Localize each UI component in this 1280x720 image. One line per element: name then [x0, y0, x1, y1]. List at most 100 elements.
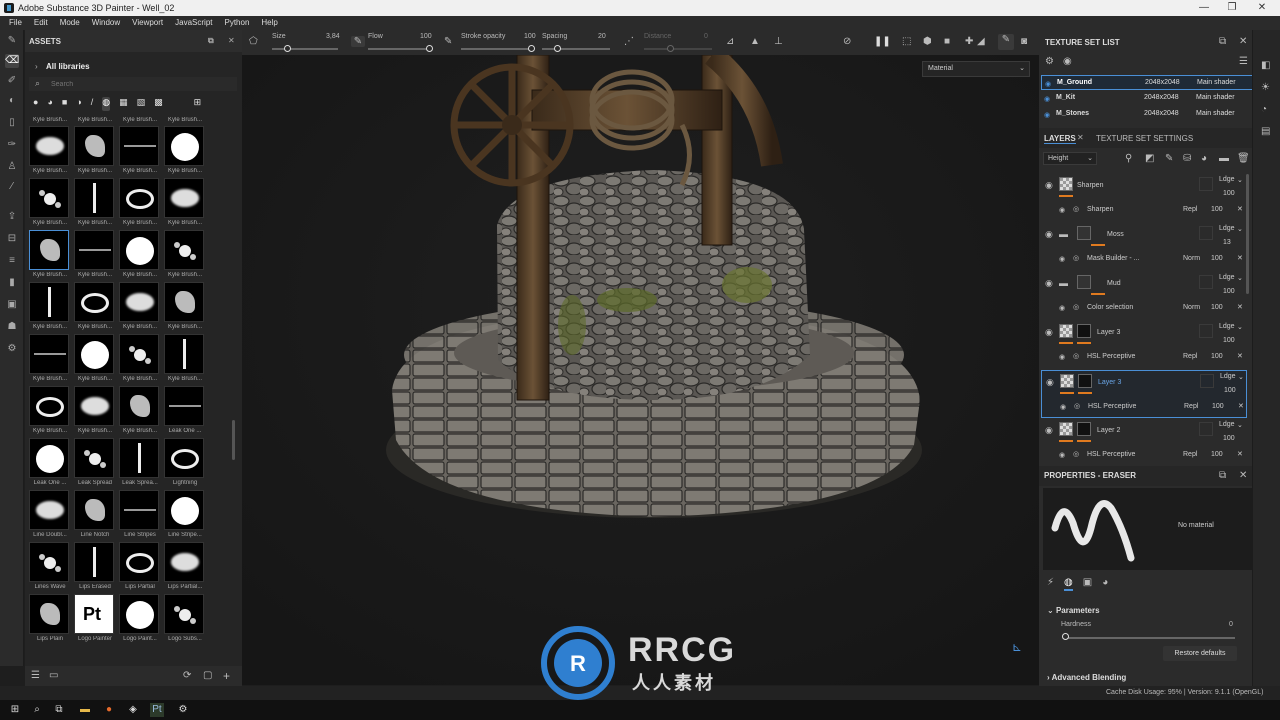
distance-value[interactable]: 0	[704, 33, 708, 40]
material-tab-icon[interactable]: ◕	[1102, 577, 1108, 591]
effect-name[interactable]: HSL Perceptive	[1088, 403, 1136, 410]
layer-opacity[interactable]: 100	[1223, 288, 1235, 295]
alpha-tab-icon[interactable]: ◍	[1064, 577, 1073, 591]
texture-set-row[interactable]: ◉ M_Kit 2048x2048 Main shader	[1041, 91, 1278, 106]
display-icon[interactable]: ▣	[5, 298, 19, 312]
texture-set-shader[interactable]: Main shader	[1196, 110, 1235, 117]
filter-materials-icon[interactable]: ●	[33, 97, 38, 111]
asset-thumbnail[interactable]	[119, 386, 159, 426]
layer-opacity[interactable]: 13	[1223, 239, 1231, 246]
flow-value[interactable]: 100	[420, 33, 432, 40]
blend-mode[interactable]: Ldge	[1219, 421, 1235, 428]
eye-icon[interactable]: ◉	[1059, 304, 1065, 312]
effect-opacity[interactable]: 100	[1211, 304, 1223, 311]
effect-name[interactable]: HSL Perceptive	[1087, 451, 1135, 458]
menu-help[interactable]: Help	[255, 16, 283, 30]
material-select[interactable]: Material ⌄	[922, 61, 1030, 77]
add-icon[interactable]: +	[223, 669, 230, 683]
size-slider-knob[interactable]	[284, 45, 291, 52]
picker-icon[interactable]: ⁄	[5, 180, 19, 194]
asset-thumbnail[interactable]	[29, 438, 69, 478]
filter-filter-icon[interactable]: ◑	[76, 97, 81, 111]
hardness-slider[interactable]	[1063, 637, 1235, 639]
stroke-opacity-knob[interactable]	[528, 45, 535, 52]
effect-opacity[interactable]: 100	[1211, 451, 1223, 458]
eye-icon[interactable]: ◉	[1059, 451, 1065, 459]
log-icon[interactable]: ▤	[1261, 126, 1270, 137]
add-fill-layer-icon[interactable]: ⛁	[1183, 153, 1191, 164]
projection-icon[interactable]: ✐	[5, 74, 19, 88]
asset-thumbnail[interactable]	[29, 230, 69, 270]
tab-texture-set-settings[interactable]: TEXTURE SET SETTINGS	[1096, 134, 1193, 143]
effect-name[interactable]: Mask Builder - ...	[1087, 255, 1140, 262]
layers-scrollbar[interactable]	[1246, 174, 1249, 294]
layer-color-swatch[interactable]	[1200, 374, 1214, 388]
chevron-down-icon[interactable]: ⌄	[1237, 421, 1243, 429]
filter-alpha-icon[interactable]: ◍	[102, 97, 111, 111]
asset-thumbnail[interactable]	[74, 230, 114, 270]
layer-name[interactable]: Layer 3	[1097, 329, 1120, 336]
layer-name[interactable]: Moss	[1107, 231, 1124, 238]
layer-name[interactable]: Mud	[1107, 280, 1121, 287]
layer-item[interactable]: ◉ Layer 2 Ldge ⌄ 100 ◉ ◎ HSL Perceptive Repl 100 ✕	[1041, 419, 1247, 462]
asset-thumbnail[interactable]: Pt	[74, 594, 114, 634]
settings-icon[interactable]: ⚙	[5, 342, 19, 356]
texture-set-shader[interactable]: Main shader	[1196, 94, 1235, 101]
alignment-icon[interactable]: ⊿	[726, 36, 734, 47]
search-icon[interactable]: ⌕	[30, 703, 44, 717]
asset-thumbnail[interactable]	[164, 282, 204, 322]
asset-thumbnail[interactable]	[164, 230, 204, 270]
asset-thumbnail[interactable]	[164, 386, 204, 426]
hardness-value[interactable]: 0	[1229, 621, 1233, 628]
filter-environment-icon[interactable]: ▩	[154, 97, 163, 111]
eye-icon[interactable]: ◉	[1059, 255, 1065, 263]
layer-item[interactable]: ◉ Layer 3 Ldge ⌄ 100 ◉ ◎ HSL Perceptive Repl 100 ✕	[1041, 321, 1247, 369]
layer-color-swatch[interactable]	[1199, 226, 1213, 240]
filter-procedural-icon[interactable]: ▧	[137, 97, 146, 111]
layer-name[interactable]: Layer 2	[1097, 427, 1120, 434]
close-panel-icon[interactable]: ✕	[1239, 36, 1247, 47]
stencil-tab-icon[interactable]: ▣	[1083, 577, 1092, 591]
close-panel-icon[interactable]: ✕	[228, 36, 235, 45]
layer-color-swatch[interactable]	[1199, 275, 1213, 289]
parameters-section[interactable]: ⌄ Parameters	[1047, 606, 1100, 615]
layer-name[interactable]: Sharpen	[1077, 182, 1103, 189]
blend-mode[interactable]: Ldge	[1219, 176, 1235, 183]
asset-thumbnail[interactable]	[29, 490, 69, 530]
asset-thumbnail[interactable]	[74, 282, 114, 322]
effect-blend[interactable]: Repl	[1183, 353, 1197, 360]
paint-brush-icon[interactable]: ✎	[5, 34, 19, 48]
chevron-down-icon[interactable]: ⌄	[1237, 176, 1243, 184]
layer-color-swatch[interactable]	[1199, 422, 1213, 436]
eye-icon[interactable]: ◉	[1045, 425, 1053, 436]
close-icon[interactable]: ✕	[1237, 254, 1243, 262]
cube-view-icon[interactable]: ⬢	[923, 36, 932, 47]
menu-icon[interactable]: ☰	[1239, 56, 1248, 67]
geometry-mask-icon[interactable]: ◐	[5, 94, 19, 108]
asset-thumbnail[interactable]	[119, 542, 159, 582]
stroke-opacity-value[interactable]: 100	[524, 33, 536, 40]
effect-blend[interactable]: Norm	[1183, 255, 1200, 262]
asset-thumbnail[interactable]	[29, 178, 69, 218]
video-camera-icon[interactable]: ■	[944, 36, 950, 47]
texture-set-row[interactable]: ◉ M_Ground 2048x2048 Main shader	[1041, 75, 1278, 90]
chevron-right-icon[interactable]: ›	[35, 62, 38, 71]
add-effect-icon[interactable]: ⚲	[1125, 153, 1132, 164]
stamp-icon[interactable]: ♙	[5, 160, 19, 174]
channel-select[interactable]: Height ⌄	[1043, 152, 1097, 165]
effect-blend[interactable]: Norm	[1183, 304, 1200, 311]
bake-view-icon[interactable]: ◢	[977, 36, 985, 47]
measure-icon[interactable]: ≡	[5, 254, 19, 268]
eye-icon[interactable]: ◉	[1063, 56, 1072, 67]
x-axis-icon[interactable]: ⊥	[774, 36, 783, 47]
search-input[interactable]	[51, 79, 231, 89]
asset-thumbnail[interactable]	[119, 178, 159, 218]
clone-icon[interactable]: ✑	[5, 138, 19, 152]
texture-set-row[interactable]: ◉ M_Stones 2048x2048 Main shader	[1041, 107, 1278, 122]
distance-slider-knob[interactable]	[667, 45, 674, 52]
filter-smart-icon[interactable]: ◕	[47, 97, 52, 111]
eye-icon[interactable]: ◉	[1045, 80, 1051, 88]
eye-icon[interactable]: ◉	[1045, 327, 1053, 338]
eye-icon[interactable]: ◉	[1059, 353, 1065, 361]
breadcrumb[interactable]: All libraries	[46, 62, 90, 71]
